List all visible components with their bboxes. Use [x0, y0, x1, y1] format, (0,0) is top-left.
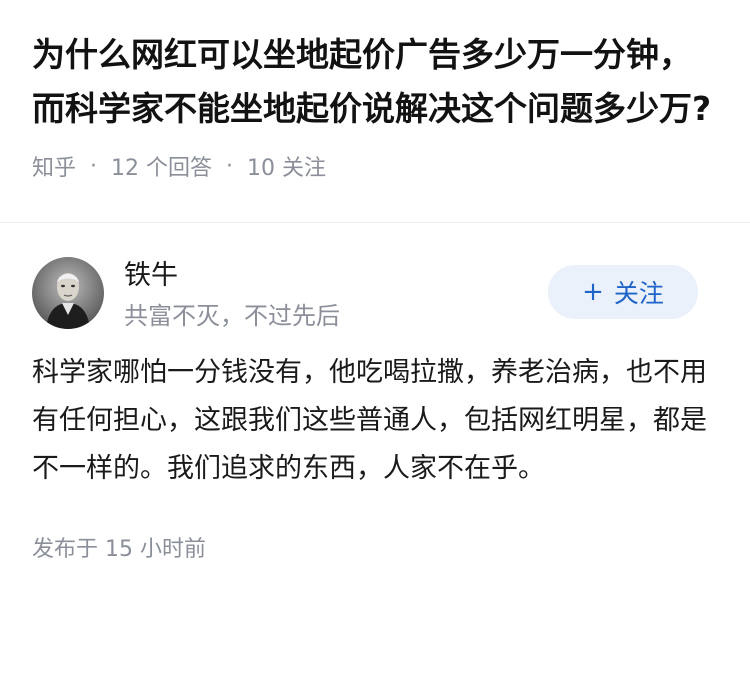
question-title[interactable]: 为什么网红可以坐地起价广告多少万一分钟，而科学家不能坐地起价说解决这个问题多少万…	[32, 28, 718, 136]
author-info: 铁牛 共富不灭，不过先后	[124, 257, 340, 333]
author-bio: 共富不灭，不过先后	[124, 302, 340, 330]
answer-content[interactable]: 科学家哪怕一分钱没有，他吃喝拉撒，养老治病，也不用有任何担心，这跟我们这些普通人…	[32, 349, 712, 493]
question-meta: 知乎 · 12 个回答 · 10 关注	[32, 150, 718, 182]
plus-icon: +	[582, 277, 604, 307]
answer-count[interactable]: 12 个回答	[111, 150, 212, 182]
source-label[interactable]: 知乎	[32, 150, 76, 182]
author-name[interactable]: 铁牛	[124, 259, 340, 293]
avatar[interactable]	[32, 257, 104, 329]
follow-button[interactable]: + 关注	[548, 265, 698, 319]
meta-separator: ·	[226, 153, 234, 179]
meta-separator: ·	[90, 153, 98, 179]
portrait-avatar-icon	[32, 257, 104, 329]
follow-button-label: 关注	[613, 279, 664, 308]
published-time: 发布于 15 小时前	[32, 537, 206, 562]
question-header: 为什么网红可以坐地起价广告多少万一分钟，而科学家不能坐地起价说解决这个问题多少万…	[0, 0, 750, 222]
follower-count: 10 关注	[247, 156, 327, 181]
answer-card: 铁牛 共富不灭，不过先后 + 关注 科学家哪怕一分钱没有，他吃喝拉撒，养老治病，…	[0, 223, 750, 563]
author-row: 铁牛 共富不灭，不过先后 + 关注	[32, 257, 718, 347]
